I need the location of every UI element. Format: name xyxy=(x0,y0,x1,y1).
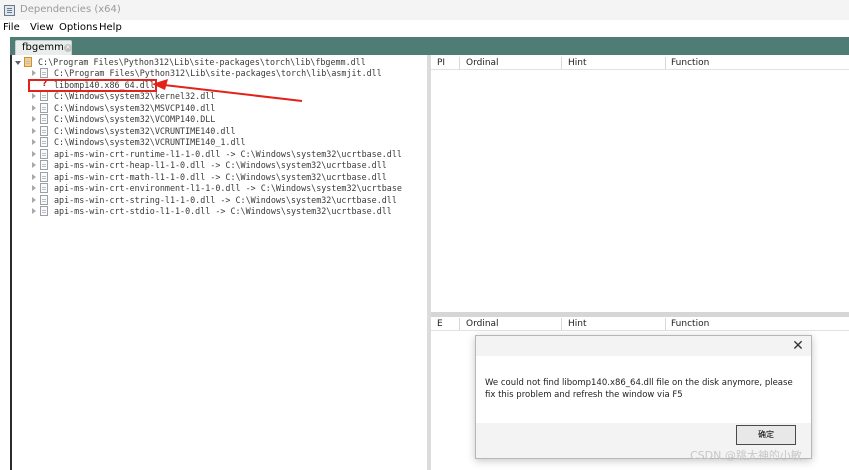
app-icon xyxy=(4,5,15,16)
expand-icon[interactable] xyxy=(32,151,36,157)
module-icon xyxy=(40,126,48,136)
expand-icon[interactable] xyxy=(32,197,36,203)
module-icon xyxy=(40,114,48,124)
tree-row-text: C:\Windows\system32\VCRUNTIME140_1.dll xyxy=(54,137,246,147)
tab-strip: fbgemm ✕ xyxy=(10,37,849,55)
column-divider[interactable] xyxy=(665,57,666,69)
imports-col-pi[interactable]: PI xyxy=(437,58,445,68)
exports-col-ordinal[interactable]: Ordinal xyxy=(466,319,499,329)
tree-row-text: api-ms-win-crt-environment-l1-1-0.dll ->… xyxy=(54,183,402,193)
annotation-arrow xyxy=(152,79,303,102)
menu-file[interactable]: File xyxy=(3,22,20,33)
tab-label: fbgemm xyxy=(22,42,64,53)
menu-options[interactable]: Options xyxy=(59,22,98,33)
window-title: Dependencies (x64) xyxy=(20,4,121,15)
column-divider[interactable] xyxy=(561,318,562,330)
tab-close-icon[interactable]: ✕ xyxy=(64,44,72,52)
highlight-box xyxy=(28,79,157,92)
expand-icon[interactable] xyxy=(32,116,36,122)
imports-header: PI Ordinal Hint Function xyxy=(431,57,849,70)
ok-button[interactable]: 确定 xyxy=(736,425,796,445)
dialog-body: We could not find libomp140.x86_64.dll f… xyxy=(476,356,811,423)
module-icon xyxy=(40,172,48,182)
imports-col-function[interactable]: Function xyxy=(671,58,709,68)
expand-icon[interactable] xyxy=(32,162,36,168)
column-divider[interactable] xyxy=(665,318,666,330)
expand-icon[interactable] xyxy=(32,185,36,191)
tree-row-text: C:\Windows\system32\VCRUNTIME140.dll xyxy=(54,126,236,136)
tree-row-text: api-ms-win-crt-stdio-l1-1-0.dll -> C:\Wi… xyxy=(54,206,392,216)
arrow-head xyxy=(152,79,168,90)
tab-fbgemm[interactable]: fbgemm ✕ xyxy=(15,40,72,55)
module-icon xyxy=(40,103,48,113)
imports-col-ordinal[interactable]: Ordinal xyxy=(466,58,499,68)
tree-row-text: C:\Windows\system32\VCOMP140.DLL xyxy=(54,114,216,124)
tree-row-text: C:\Program Files\Python312\Lib\site-pack… xyxy=(38,57,366,67)
expand-icon[interactable] xyxy=(32,93,36,99)
arrow-shaft xyxy=(163,84,303,102)
menu-view[interactable]: View xyxy=(30,22,54,33)
expand-icon[interactable] xyxy=(32,208,36,214)
expand-icon[interactable] xyxy=(32,70,36,76)
tree-row-text: C:\Windows\system32\MSVCP140.dll xyxy=(54,103,216,113)
tree-row-text: C:\Program Files\Python312\Lib\site-pack… xyxy=(54,68,382,78)
column-divider[interactable] xyxy=(561,57,562,69)
module-icon xyxy=(40,160,48,170)
collapse-icon[interactable] xyxy=(15,61,21,65)
module-icon xyxy=(40,195,48,205)
dialog-message: We could not find libomp140.x86_64.dll f… xyxy=(485,378,793,400)
tree-row-text: api-ms-win-crt-string-l1-1-0.dll -> C:\W… xyxy=(54,195,397,205)
expand-icon[interactable] xyxy=(32,174,36,180)
column-divider[interactable] xyxy=(459,57,460,69)
title-bar: Dependencies (x64) xyxy=(0,0,849,22)
expand-icon[interactable] xyxy=(32,128,36,134)
module-icon xyxy=(40,137,48,147)
tree-row-text: api-ms-win-crt-runtime-l1-1-0.dll -> C:\… xyxy=(54,149,402,159)
tree-row-text: api-ms-win-crt-heap-l1-1-0.dll -> C:\Win… xyxy=(54,160,387,170)
menu-bar: File View Options Help xyxy=(0,20,849,37)
expand-icon[interactable] xyxy=(32,105,36,111)
expand-icon[interactable] xyxy=(32,139,36,145)
imports-col-hint[interactable]: Hint xyxy=(568,58,587,68)
horizontal-splitter[interactable] xyxy=(431,312,849,317)
tree-row-text: api-ms-win-crt-math-l1-1-0.dll -> C:\Win… xyxy=(54,172,387,182)
error-dialog: We could not find libomp140.x86_64.dll f… xyxy=(475,335,812,459)
close-icon[interactable]: ✕ xyxy=(790,338,806,354)
module-icon xyxy=(24,57,32,67)
watermark: CSDN @跳大神的小敏 xyxy=(690,449,802,462)
exports-col-function[interactable]: Function xyxy=(671,319,709,329)
module-icon xyxy=(40,91,48,101)
column-divider[interactable] xyxy=(459,318,460,330)
module-icon xyxy=(40,183,48,193)
module-icon xyxy=(40,149,48,159)
module-icon xyxy=(40,68,48,78)
menu-help[interactable]: Help xyxy=(99,22,122,33)
exports-col-hint[interactable]: Hint xyxy=(568,319,587,329)
exports-header: E Ordinal Hint Function xyxy=(431,318,849,331)
module-icon xyxy=(40,206,48,216)
exports-col-e[interactable]: E xyxy=(437,319,443,329)
